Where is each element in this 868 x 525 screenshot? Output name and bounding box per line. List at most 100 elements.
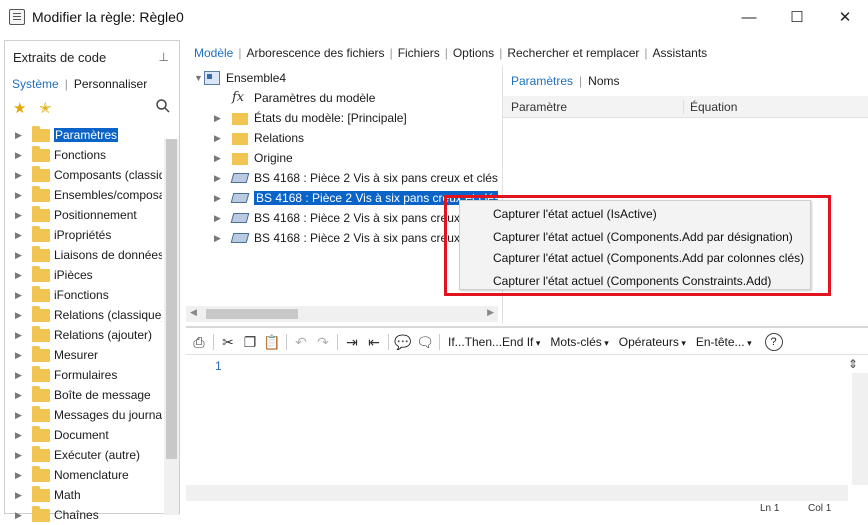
- snippet-item[interactable]: ▶ Document: [5, 425, 163, 445]
- tree-node[interactable]: ▶ BS 4168 : Pièce 2 Vis à six pans creux …: [214, 188, 498, 208]
- snippet-item[interactable]: ▶ iPropriétés: [5, 225, 163, 245]
- expand-arrow-icon[interactable]: ▶: [214, 113, 224, 124]
- tree-node[interactable]: ▶ États du modèle: [Principale]: [214, 108, 407, 128]
- expand-arrow-icon[interactable]: ▶: [214, 213, 224, 224]
- expand-arrow-icon[interactable]: ▶: [15, 370, 25, 381]
- tab-personnaliser[interactable]: Personnaliser: [74, 77, 147, 91]
- redo-icon[interactable]: ↷: [312, 332, 334, 352]
- minimize-button[interactable]: —: [726, 0, 772, 34]
- maximize-button[interactable]: ☐: [774, 0, 820, 34]
- ctx-capture-add-designation[interactable]: Capturer l'état actuel (Components.Add p…: [493, 227, 793, 247]
- snippet-item[interactable]: ▶ Relations (ajouter): [5, 325, 163, 345]
- expand-arrow-icon[interactable]: ▶: [15, 190, 25, 201]
- expand-arrow-icon[interactable]: ▶: [15, 270, 25, 281]
- close-button[interactable]: ✕: [822, 0, 868, 34]
- copy-icon[interactable]: ❐: [239, 332, 261, 352]
- expand-arrow-icon[interactable]: ▶: [15, 390, 25, 401]
- star-icon[interactable]: ★: [13, 99, 26, 117]
- help-icon[interactable]: ?: [764, 333, 783, 351]
- star-edit-icon[interactable]: ✭: [39, 99, 52, 117]
- expand-arrow-icon[interactable]: ▶: [15, 170, 25, 181]
- menu-modele[interactable]: Modèle: [194, 46, 233, 60]
- snippet-item[interactable]: ▶ Composants (classique): [5, 165, 163, 185]
- outdent-icon[interactable]: ⇤: [363, 332, 385, 352]
- expand-arrow-icon[interactable]: ▶: [214, 173, 224, 184]
- expand-arrow-icon[interactable]: ▶: [15, 450, 25, 461]
- menu-options[interactable]: Options: [453, 46, 494, 60]
- snippet-item[interactable]: ▶ Nomenclature: [5, 465, 163, 485]
- expand-arrow-icon[interactable]: ▶: [15, 490, 25, 501]
- menu-assistants[interactable]: Assistants: [653, 46, 708, 60]
- snippet-item[interactable]: ▶ Paramètres: [5, 125, 163, 145]
- tab-noms[interactable]: Noms: [588, 74, 619, 88]
- snippet-item[interactable]: ▶ Boîte de message: [5, 385, 163, 405]
- print-icon[interactable]: ⎙: [188, 332, 210, 352]
- expand-arrow-icon[interactable]: ▶: [214, 153, 224, 164]
- keywords-dropdown[interactable]: Mots-clés: [550, 335, 608, 349]
- expand-arrow-icon[interactable]: ▶: [15, 230, 25, 241]
- if-then-dropdown[interactable]: If...Then...End If: [448, 335, 540, 349]
- header-dropdown[interactable]: En-tête...: [696, 335, 752, 349]
- expand-arrow-icon[interactable]: ▶: [15, 470, 25, 481]
- menu-fichiers[interactable]: Fichiers: [398, 46, 440, 60]
- snippet-item[interactable]: ▶ iFonctions: [5, 285, 163, 305]
- ctx-capture-add-columns[interactable]: Capturer l'état actuel (Components.Add p…: [493, 248, 804, 268]
- expand-arrow-icon[interactable]: ▶: [214, 193, 224, 204]
- scroll-right-icon[interactable]: ▶: [487, 307, 494, 318]
- expand-arrow-icon[interactable]: ▶: [15, 310, 25, 321]
- pin-icon[interactable]: ⊥: [159, 50, 169, 64]
- expand-arrow-icon[interactable]: ▶: [15, 330, 25, 341]
- editor-vscrollbar[interactable]: [852, 373, 868, 485]
- snippet-item[interactable]: ▶ Math: [5, 485, 163, 505]
- tab-systeme[interactable]: Système: [12, 77, 59, 91]
- snippet-item[interactable]: ▶ Formulaires: [5, 365, 163, 385]
- expand-arrow-icon[interactable]: ▶: [214, 133, 224, 144]
- expand-arrow-icon[interactable]: ▶: [15, 130, 25, 141]
- snippets-scrollbar[interactable]: [164, 139, 179, 515]
- expand-arrow-icon[interactable]: ▶: [15, 210, 25, 221]
- menu-rechercher[interactable]: Rechercher et remplacer: [507, 46, 639, 60]
- editor-hscrollbar[interactable]: [186, 485, 848, 501]
- tree-root[interactable]: ▼ Ensemble4: [194, 68, 286, 88]
- snippet-item[interactable]: ▶ Ensembles/composants: [5, 185, 163, 205]
- snippet-item[interactable]: ▶ iPièces: [5, 265, 163, 285]
- cut-icon[interactable]: ✂: [217, 332, 239, 352]
- expand-arrow-icon[interactable]: ▶: [15, 250, 25, 261]
- scrollbar-thumb[interactable]: [206, 309, 298, 319]
- remove-comment-icon[interactable]: 🗨: [414, 332, 436, 352]
- expand-arrow-icon[interactable]: ▶: [15, 150, 25, 161]
- tree-node[interactable]: ▶ BS 4168 : Pièce 2 Vis à six pans creux: [214, 228, 460, 248]
- expand-arrow-icon[interactable]: ▶: [15, 410, 25, 421]
- indent-icon[interactable]: ⇥: [341, 332, 363, 352]
- expand-arrow-icon[interactable]: ▶: [15, 290, 25, 301]
- snippet-item[interactable]: ▶ Positionnement: [5, 205, 163, 225]
- col-equation[interactable]: Équation: [683, 99, 737, 114]
- snippet-item[interactable]: ▶ Relations (classique): [5, 305, 163, 325]
- snippet-item[interactable]: ▶ Chaînes: [5, 505, 163, 525]
- paste-icon[interactable]: 📋: [261, 332, 283, 352]
- tab-parametres[interactable]: Paramètres: [511, 74, 573, 88]
- expand-arrow-icon[interactable]: ▶: [15, 510, 25, 521]
- operators-dropdown[interactable]: Opérateurs: [619, 335, 686, 349]
- expand-arrow-icon[interactable]: ▶: [214, 233, 224, 244]
- snippet-item[interactable]: ▶ Fonctions: [5, 145, 163, 165]
- add-comment-icon[interactable]: 💬: [392, 332, 414, 352]
- tree-hscrollbar[interactable]: ◀ ▶: [186, 306, 498, 322]
- snippet-item[interactable]: ▶ Exécuter (autre): [5, 445, 163, 465]
- tree-node[interactable]: fx Paramètres du modèle: [214, 88, 375, 108]
- expand-arrow-icon[interactable]: ▶: [15, 350, 25, 361]
- undo-icon[interactable]: ↶: [290, 332, 312, 352]
- ctx-capture-constraints[interactable]: Capturer l'état actuel (Components Const…: [493, 271, 771, 291]
- col-parametre[interactable]: Paramètre: [511, 100, 683, 114]
- search-icon[interactable]: [156, 99, 170, 113]
- split-editor-icon[interactable]: ⇕: [848, 357, 858, 371]
- snippet-item[interactable]: ▶ Messages du journal: [5, 405, 163, 425]
- snippet-item[interactable]: ▶ Mesurer: [5, 345, 163, 365]
- collapse-arrow-icon[interactable]: ▼: [194, 73, 204, 83]
- tree-node[interactable]: ▶ Relations: [214, 128, 304, 148]
- snippet-item[interactable]: ▶ Liaisons de données: [5, 245, 163, 265]
- ctx-capture-isactive[interactable]: Capturer l'état actuel (IsActive): [493, 204, 657, 224]
- expand-arrow-icon[interactable]: ▶: [15, 430, 25, 441]
- tree-node[interactable]: ▶ BS 4168 : Pièce 2 Vis à six pans creux …: [214, 168, 498, 188]
- splitter[interactable]: [186, 326, 868, 328]
